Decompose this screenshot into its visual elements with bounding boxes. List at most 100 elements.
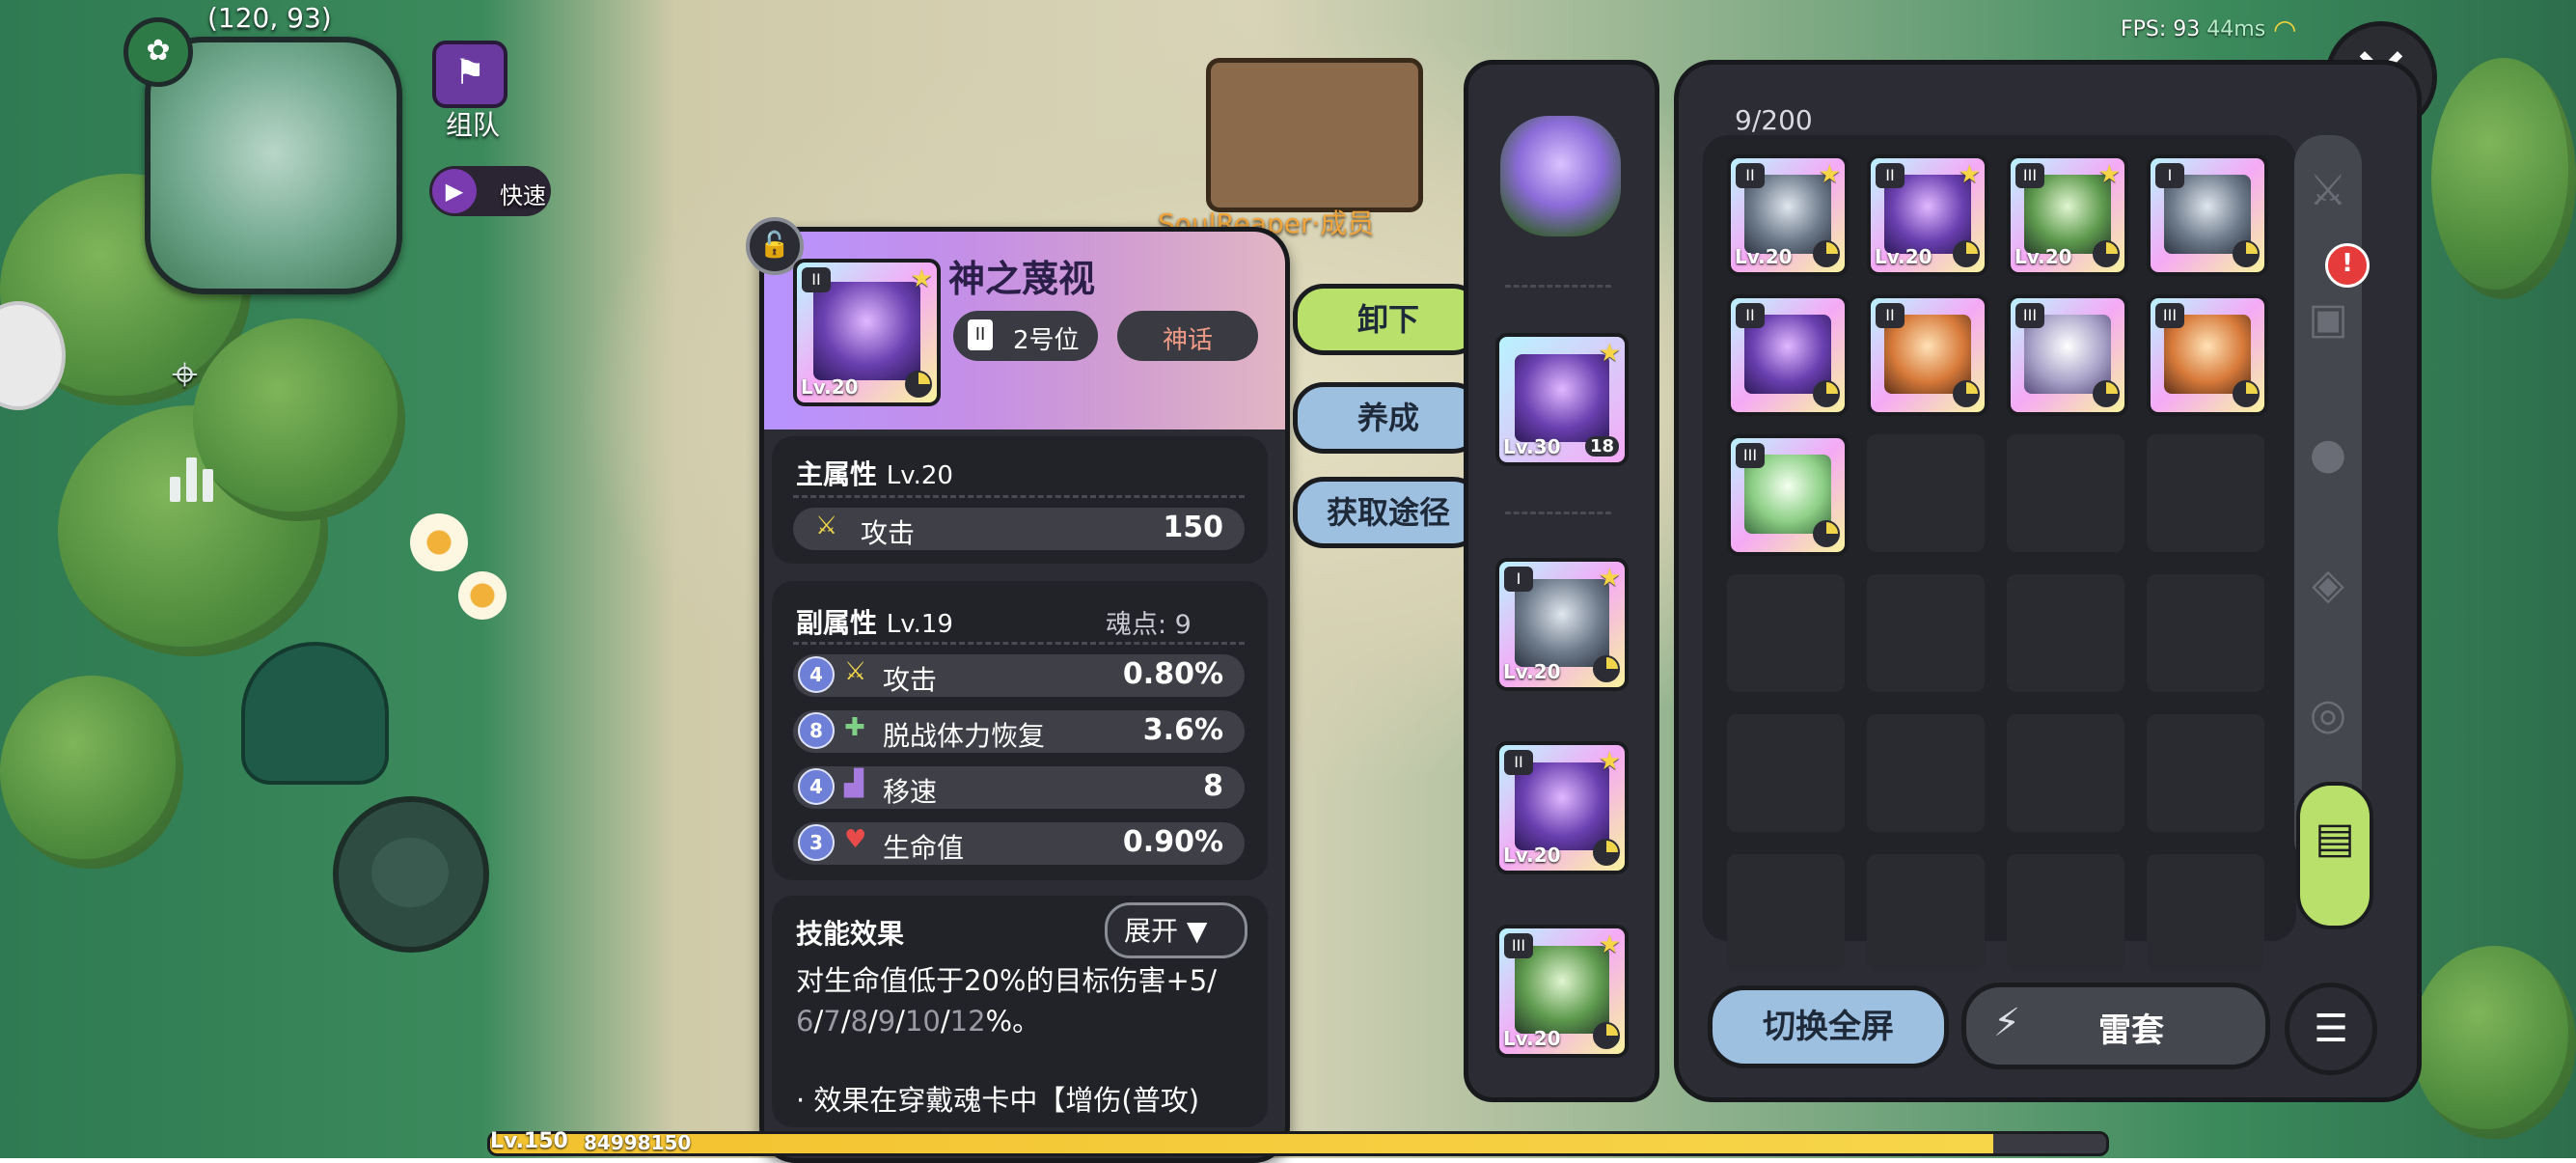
progress-pie-icon	[2093, 380, 2120, 407]
progress-pie-icon	[2233, 240, 2260, 267]
armor-tab-icon[interactable]: ▣	[2304, 294, 2352, 344]
inventory-card[interactable]: III ★ Lv.20	[2007, 154, 2128, 276]
progress-pie-icon	[905, 371, 932, 398]
equipped-slot-card[interactable]: ★ Lv.30 18	[1495, 333, 1629, 466]
card-tier-badge: II	[1736, 163, 1765, 188]
tree	[2431, 58, 2576, 299]
empty-inventory-slot	[1727, 574, 1845, 692]
empty-inventory-slot	[2007, 434, 2124, 552]
selected-card: II ★ Lv.20	[793, 259, 941, 406]
progress-pie-icon	[1593, 655, 1620, 682]
card-level: Lv.20	[2014, 245, 2072, 268]
sub-stat-name: 生命值	[883, 832, 965, 864]
card-level: Lv.20	[801, 375, 859, 399]
develop-button[interactable]: 养成	[1293, 382, 1484, 454]
equipped-slot-card[interactable]: II ★ Lv.20	[1495, 741, 1629, 874]
inventory-card[interactable]: II ★ Lv.20	[1867, 154, 1988, 276]
obtain-source-button[interactable]: 获取途径	[1293, 477, 1484, 548]
card-art	[1514, 946, 1610, 1035]
sub-stat-name: 攻击	[883, 664, 938, 696]
empty-inventory-slot	[2007, 854, 2124, 972]
joystick-knob[interactable]	[371, 838, 449, 907]
unequip-button[interactable]: 卸下	[1293, 284, 1484, 355]
guild-emblem-icon[interactable]: ✿	[123, 17, 193, 87]
progress-pie-icon	[2093, 240, 2120, 267]
card-count: 18	[1584, 436, 1619, 457]
card-tier-badge: II	[1504, 750, 1533, 775]
flower	[458, 571, 507, 620]
boot-icon: ▟	[844, 769, 863, 798]
team-button-label[interactable]: 组队	[446, 104, 500, 143]
toggle-fullscreen-button[interactable]: 切换全屏	[1708, 985, 1949, 1068]
notification-badge: !	[2325, 243, 2370, 288]
slot-card-icon: II	[968, 319, 993, 350]
empty-inventory-slot	[1867, 434, 1985, 552]
tree	[193, 318, 405, 521]
star-icon: ★	[1958, 160, 1981, 189]
experience-fill	[490, 1134, 1993, 1153]
heal-icon: ✚	[844, 713, 865, 742]
star-icon: ★	[2097, 160, 2121, 189]
star-icon: ★	[1818, 160, 1841, 189]
stat-rank-badge: 3	[798, 824, 835, 861]
sub-stat-value: 0.90%	[1122, 825, 1223, 859]
stats-icon[interactable]	[170, 454, 220, 502]
wooden-signpost	[1206, 58, 1423, 212]
card-set-flower-icon[interactable]	[1500, 116, 1621, 236]
map-icon[interactable]: ⌖	[172, 347, 198, 402]
empty-inventory-slot	[1867, 854, 1985, 972]
badge-tab-icon[interactable]: ◈	[2304, 560, 2352, 609]
skill-title: 技能效果	[796, 918, 905, 950]
card-tab-active[interactable]: ▤	[2296, 782, 2373, 929]
set-type-icon[interactable]: ⚡	[1976, 992, 2038, 1054]
inventory-card[interactable]: II	[1727, 294, 1849, 416]
card-tier-badge: III	[1504, 933, 1533, 958]
equipped-slot-card[interactable]: I ★ Lv.20	[1495, 558, 1629, 691]
slime-creature	[241, 642, 389, 785]
inventory-card[interactable]: II ★ Lv.20	[1727, 154, 1849, 276]
empty-inventory-slot	[1867, 714, 1985, 832]
inventory-card[interactable]: II	[1867, 294, 1988, 416]
inventory-card[interactable]: III	[1727, 434, 1849, 556]
card-tier-badge: III	[1736, 443, 1765, 468]
sub-attribute-title: 副属性 Lv.19	[796, 607, 953, 639]
progress-pie-icon	[1813, 380, 1840, 407]
empty-inventory-slot	[2147, 434, 2264, 552]
speed-flag-icon[interactable]: ▶	[432, 169, 477, 213]
star-icon: ★	[1598, 339, 1621, 368]
divider	[1505, 285, 1611, 288]
card-level: Lv.20	[1875, 245, 1932, 268]
desc-line: 6/7/8/9/10/12%。	[796, 1005, 1041, 1038]
filter-search-icon[interactable]: ☰	[2285, 983, 2377, 1075]
expand-button-label[interactable]: 展开 ▼	[1124, 910, 1207, 949]
player-experience: 84998150	[584, 1131, 692, 1154]
card-level: Lv.30	[1503, 435, 1561, 458]
sub-stat-name: 脱战体力恢复	[883, 720, 1046, 752]
set-selector-label[interactable]: 雷套	[2098, 1004, 2164, 1051]
divider	[793, 642, 1245, 645]
equipped-slot-card[interactable]: III ★ Lv.20	[1495, 925, 1629, 1058]
inventory-card[interactable]: I	[2147, 154, 2268, 276]
empty-inventory-slot	[1727, 714, 1845, 832]
experience-bar	[487, 1131, 2109, 1156]
star-icon: ★	[1598, 564, 1621, 593]
empty-inventory-slot	[2147, 574, 2264, 692]
main-stat-name: 攻击	[861, 517, 916, 549]
progress-pie-icon	[1593, 839, 1620, 866]
weapon-tab-icon[interactable]: ⚔	[2304, 166, 2352, 215]
card-level: Lv.20	[1735, 245, 1793, 268]
inventory-card[interactable]: III	[2147, 294, 2268, 416]
empty-inventory-slot	[1727, 854, 1845, 972]
bag-tab-icon[interactable]: ●	[2304, 429, 2352, 479]
skill-tab-icon[interactable]: ◎	[2304, 690, 2352, 739]
speed-toggle-label[interactable]: 快速	[500, 177, 546, 210]
sub-stat-value: 8	[1203, 769, 1223, 803]
stat-rank-badge: 4	[798, 768, 835, 805]
player-coordinates: (120, 93)	[207, 2, 332, 34]
progress-pie-icon	[1593, 1022, 1620, 1049]
team-flag-icon[interactable]: ⚑	[432, 41, 507, 108]
card-level: Lv.20	[1503, 1027, 1561, 1050]
empty-inventory-slot	[1867, 574, 1985, 692]
inventory-card[interactable]: III	[2007, 294, 2128, 416]
card-tier-badge: I	[1504, 567, 1533, 592]
